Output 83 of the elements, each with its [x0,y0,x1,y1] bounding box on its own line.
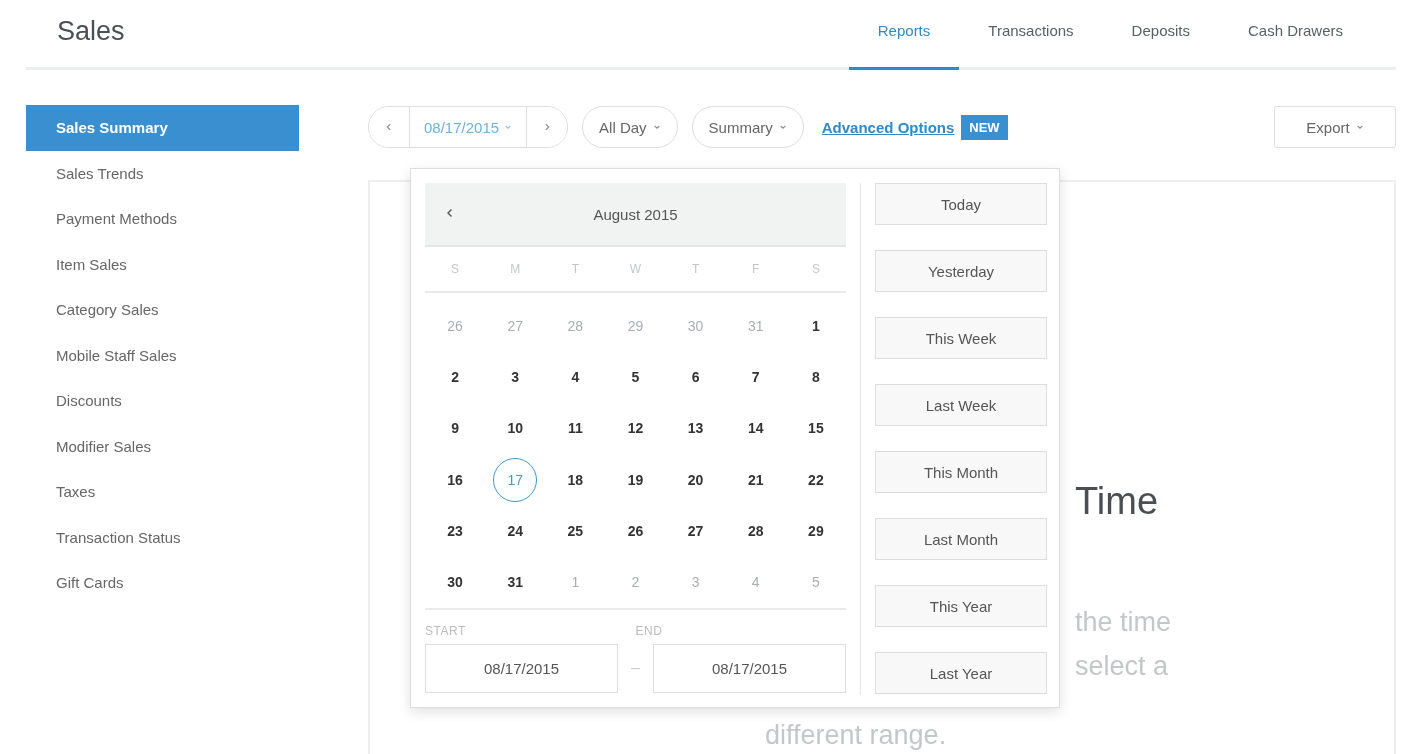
chevron-left-icon [445,208,455,218]
calendar-day[interactable]: 15 [793,406,838,451]
calendar-day[interactable]: 16 [433,457,478,502]
end-label: END [635,623,664,638]
chevron-right-icon [543,123,552,131]
calendar-day[interactable]: 27 [673,508,718,553]
calendar-day[interactable]: 31 [493,560,538,605]
preset-button[interactable]: Last Month [875,518,1047,560]
time-range-dropdown[interactable]: All Day [582,106,678,148]
preset-button[interactable]: Last Year [875,652,1047,694]
calendar-day[interactable]: 5 [613,354,658,399]
calendar-day[interactable]: 14 [733,406,778,451]
month-title: August 2015 [593,205,678,223]
weekday-label: S [811,262,820,276]
calendar-day[interactable]: 20 [673,457,718,502]
calendar-day[interactable]: 29 [793,508,838,553]
weekday-label: S [451,262,460,276]
sidebar-item[interactable]: Payment Methods [26,196,299,242]
page-title: Sales [56,16,125,47]
calendar-day[interactable]: 11 [553,406,598,451]
sidebar-item[interactable]: Item Sales [26,241,299,287]
start-date-field[interactable]: 08/17/2015 [425,643,618,693]
weekday-label: T [571,262,579,276]
sidebar-item[interactable]: Gift Cards [26,560,299,606]
calendar-day[interactable]: 6 [673,354,718,399]
nav-tab[interactable]: Deposits [1102,0,1219,70]
calendar-day[interactable]: 2 [433,354,478,399]
nav-tab[interactable]: Reports [848,0,960,70]
range-separator: – [630,659,641,678]
sidebar-item[interactable]: Sales Trends [26,150,299,196]
end-date-field[interactable]: 08/17/2015 [653,643,846,693]
calendar-day[interactable]: 30 [433,560,478,605]
preset-button[interactable]: This Month [875,451,1047,493]
sidebar-item[interactable]: Transaction Status [26,514,299,560]
sidebar-item[interactable]: Category Sales [26,287,299,333]
calendar-day[interactable]: 19 [613,457,658,502]
preset-button[interactable]: Today [875,183,1047,225]
caret-icon [778,123,787,131]
empty-state-text: select a [1075,651,1169,682]
weekday-label: M [510,262,521,276]
nav-tab[interactable]: Transactions [959,0,1103,70]
caret-icon [1355,123,1364,131]
view-dropdown[interactable]: Summary [691,106,804,148]
calendar-day[interactable]: 9 [433,406,478,451]
preset-button[interactable]: This Week [875,317,1047,359]
calendar-day[interactable]: 22 [793,457,838,502]
sidebar-item[interactable]: Mobile Staff Sales [26,332,299,378]
calendar-day[interactable]: 8 [793,354,838,399]
caret-icon [504,123,513,131]
calendar-day[interactable]: 18 [553,457,598,502]
preset-button[interactable]: Yesterday [875,250,1047,292]
advanced-options-link[interactable]: Advanced Options [821,118,955,136]
new-badge: NEW [961,114,1008,140]
sidebar-item[interactable]: Taxes [26,469,299,515]
calendar-day[interactable]: 28 [733,508,778,553]
caret-icon [652,123,661,131]
calendar-day[interactable]: 4 [553,354,598,399]
calendar-day[interactable]: 12 [613,406,658,451]
nav-tab[interactable]: Cash Drawers [1218,0,1372,70]
calendar-day[interactable]: 3 [493,354,538,399]
export-dropdown[interactable]: Export [1274,106,1396,148]
sidebar-item[interactable]: Modifier Sales [26,423,299,469]
weekday-label: W [629,262,642,276]
preset-button[interactable]: Last Week [875,384,1047,426]
calendar-day[interactable]: 24 [493,508,538,553]
calendar-day[interactable]: 23 [433,508,478,553]
empty-state-text: different range. [765,720,947,751]
calendar-day[interactable]: 26 [613,508,658,553]
chevron-left-icon [385,123,393,131]
calendar-day[interactable]: 1 [793,303,838,348]
start-label: START [425,623,467,638]
sidebar-item[interactable]: Discounts [26,378,299,424]
preset-button[interactable]: This Year [875,585,1047,627]
previous-month-button[interactable] [445,208,455,218]
calendar-day[interactable]: 21 [733,457,778,502]
calendar-day[interactable]: 13 [673,406,718,451]
calendar-day[interactable]: 7 [733,354,778,399]
empty-state-heading: Time [1075,480,1159,523]
empty-state-text: the time [1075,607,1172,638]
weekday-label: F [752,262,760,276]
calendar-day[interactable]: 10 [493,406,538,451]
calendar-day[interactable]: 25 [553,508,598,553]
weekday-label: T [691,262,700,276]
